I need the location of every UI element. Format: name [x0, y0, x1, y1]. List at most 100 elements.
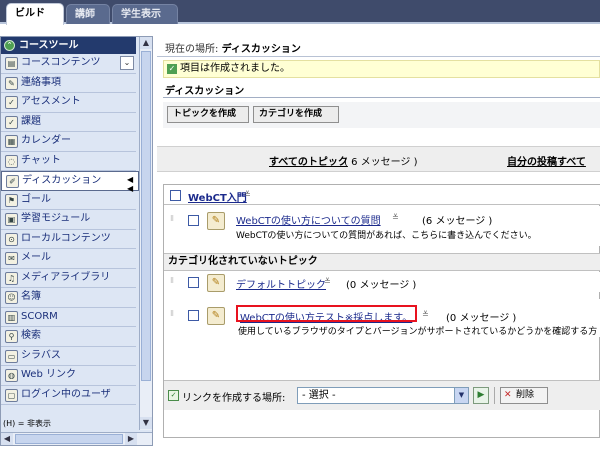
sidebar-item-label: SCORM — [21, 310, 58, 322]
scorm-icon: ▥ — [5, 310, 18, 324]
my-posts-link[interactable]: 自分の投稿すべて — [507, 153, 586, 168]
sidebar-item-online-users[interactable]: ▢ ログイン中のユーザ — [1, 386, 136, 405]
sidebar-item-label: 課題 — [21, 115, 41, 127]
category-checkbox[interactable] — [170, 190, 181, 201]
drag-handle-icon[interactable]: ⁝⁝ — [170, 214, 174, 223]
sidebar-vertical-scrollbar[interactable]: ▲ ▼ — [139, 37, 152, 430]
sidebar-item-label: メール — [21, 252, 51, 263]
topic-link[interactable]: デフォルトトピック — [236, 276, 326, 291]
local-content-icon: ⊙ — [5, 232, 18, 246]
content-icon: ▤ — [5, 57, 18, 70]
tab-instructor[interactable]: 講師 — [66, 4, 110, 24]
sidebar-item-web-links[interactable]: ◍ Web リンク — [1, 366, 136, 386]
sidebar-horizontal-scrollbar[interactable]: ◀ ▶ — [1, 432, 152, 445]
sidebar-item-assessment[interactable]: ✓ アセスメント — [1, 93, 136, 113]
syllabus-icon: ▭ — [5, 349, 18, 363]
sidebar-item-label: Web リンク — [21, 369, 76, 380]
course-tools-header[interactable]: ⌃ コースツール — [1, 37, 136, 54]
topic-checkbox[interactable] — [188, 277, 199, 288]
create-category-button[interactable]: カテゴリを作成 — [253, 106, 339, 123]
sidebar-item-announcements[interactable]: ✎ 連絡事項 — [1, 74, 136, 93]
sidebar-item-search[interactable]: ⚲ 検索 — [1, 327, 136, 347]
topic-message-count: (6 メッセージ ) — [422, 216, 493, 227]
sidebar-item-learning-modules[interactable]: ▣ 学習モジュール — [1, 210, 136, 230]
collapse-icon[interactable]: ⌃ — [4, 40, 15, 51]
drag-handle-icon[interactable]: ⁝⁝ — [170, 276, 174, 285]
action-menu-icon[interactable]: ≚ — [244, 190, 251, 199]
scroll-right-icon[interactable]: ▶ — [125, 433, 137, 445]
topic-checkbox[interactable] — [188, 310, 199, 321]
scroll-down-icon[interactable]: ▼ — [140, 417, 152, 429]
breadcrumb-prefix: 現在の場所: — [165, 44, 222, 55]
sidebar-item-syllabus[interactable]: ▭ シラバス — [1, 347, 136, 366]
sidebar-item-course-content[interactable]: ▤ コースコンテンツ ⌄ — [1, 54, 136, 74]
sidebar-item-discussion[interactable]: ✐ ディスカッション — [1, 171, 139, 191]
action-toolbar: トピックを作成 カテゴリを作成 — [163, 102, 600, 128]
sidebar-collapse-handle-icon[interactable]: ◀ ◀ — [127, 175, 133, 193]
topic-row: ⁝⁝ ✎ WebCTの使い方についての質問 ≚ (6 メッセージ ) WebCT… — [164, 206, 600, 246]
search-icon: ⚲ — [5, 330, 18, 343]
mail-icon: ✉ — [5, 252, 18, 265]
scroll-up-icon[interactable]: ▲ — [140, 37, 152, 49]
module-icon: ▣ — [5, 213, 18, 226]
action-menu-icon[interactable]: ≚ — [324, 277, 331, 286]
topic-document-icon: ✎ — [207, 212, 225, 230]
announcement-icon: ✎ — [5, 76, 18, 90]
sidebar-item-label: 連絡事項 — [21, 76, 61, 88]
go-button[interactable]: ▶ — [473, 387, 489, 404]
success-notice: ✓ 項目は作成されました。 — [163, 60, 600, 78]
sidebar-item-mail[interactable]: ✉ メール — [1, 249, 136, 269]
sidebar-item-label: アセスメント — [21, 96, 81, 107]
calendar-icon: ▦ — [5, 135, 18, 148]
topic-link[interactable]: WebCTの使い方についての質問 — [236, 212, 381, 227]
topic-checkbox[interactable] — [188, 215, 199, 226]
scroll-thumb[interactable] — [141, 51, 151, 381]
scroll-left-icon[interactable]: ◀ — [1, 433, 13, 445]
sidebar-item-roster[interactable]: ☺ 名簿 — [1, 288, 136, 308]
category-link[interactable]: WebCT入門 — [188, 189, 247, 204]
chevron-down-icon[interactable]: ▼ — [454, 388, 468, 403]
delete-button[interactable]: ✕ 削除 — [500, 387, 548, 404]
assignment-icon: ✓ — [5, 115, 18, 129]
action-menu-icon[interactable]: ≚ — [422, 310, 429, 319]
select-value: - 選択 - — [302, 390, 336, 401]
link-location-select[interactable]: - 選択 - ▼ — [297, 387, 469, 404]
sidebar-item-local-content[interactable]: ⊙ ローカルコンテンツ — [1, 230, 136, 249]
delete-icon: ✕ — [504, 390, 512, 400]
divider — [157, 56, 600, 57]
scroll-thumb[interactable] — [15, 434, 123, 444]
sidebar-item-scorm[interactable]: ▥ SCORM — [1, 308, 136, 327]
create-link-label: リンクを作成する場所: — [182, 393, 286, 404]
hidden-legend: (H) = 非表示 — [3, 419, 52, 428]
delete-label: 削除 — [516, 390, 535, 400]
uncategorized-header: カテゴリ化されていないトピック — [164, 253, 600, 271]
chat-icon: ◌ — [5, 154, 18, 168]
sidebar-item-label: ディスカッション — [22, 175, 102, 186]
topic-description: 使用しているブラウザのタイプとバージョンがサポートされているかどうかを確認する方 — [238, 327, 598, 337]
chevron-down-icon[interactable]: ⌄ — [120, 56, 134, 70]
link-icon: ✓ — [168, 390, 179, 401]
drag-handle-icon[interactable]: ⁝⁝ — [170, 309, 174, 318]
topic-row: ⁝⁝ ✎ デフォルトトピック ≚ (0 メッセージ ) — [164, 272, 600, 292]
sidebar-item-label: カレンダー — [21, 135, 71, 146]
course-tools-list: ▤ コースコンテンツ ⌄ ✎ 連絡事項 ✓ アセスメント ✓ 課題 ▦ カレンダ… — [1, 54, 139, 405]
sidebar-item-label: シラバス — [21, 349, 61, 361]
topic-message-count: (0 メッセージ ) — [346, 280, 417, 291]
sidebar-item-label: ログイン中のユーザ — [21, 388, 111, 400]
sidebar-item-assignments[interactable]: ✓ 課題 — [1, 113, 136, 132]
assessment-icon: ✓ — [5, 96, 18, 109]
sidebar-item-goals[interactable]: ⚑ ゴール — [1, 191, 136, 210]
divider — [494, 387, 495, 404]
sidebar-item-label: ゴール — [21, 193, 51, 205]
all-topics-link[interactable]: すべてのトピック — [269, 153, 348, 168]
sidebar-item-label: コースコンテンツ — [21, 57, 101, 68]
create-topic-button[interactable]: トピックを作成 — [167, 106, 249, 123]
topic-message-count: (0 メッセージ ) — [446, 313, 517, 324]
tab-student-view[interactable]: 学生表示 — [112, 4, 178, 24]
sidebar-item-calendar[interactable]: ▦ カレンダー — [1, 132, 136, 152]
notice-text: 項目は作成されました。 — [180, 63, 290, 74]
sidebar-item-media-library[interactable]: ♫ メディアライブラリ — [1, 269, 136, 288]
action-menu-icon[interactable]: ≚ — [392, 213, 399, 222]
tab-build[interactable]: ビルド — [6, 3, 64, 25]
sidebar-item-chat[interactable]: ◌ チャット — [1, 152, 136, 171]
